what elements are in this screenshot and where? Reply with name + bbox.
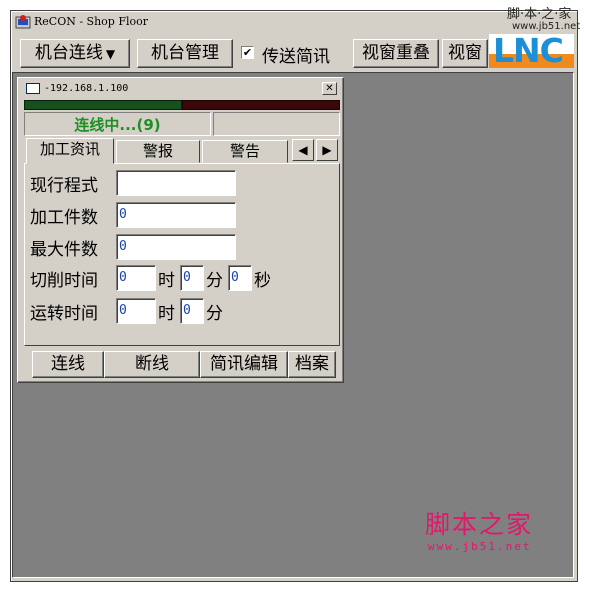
part-count-label: 加工件数 — [30, 208, 98, 228]
part-count-field[interactable]: 0 — [116, 202, 236, 228]
minute-unit: 分 — [206, 271, 223, 291]
logo-text: LNC — [493, 34, 564, 68]
watermark-top-text: 脚·本·之·家 — [507, 7, 572, 22]
run-hours-field[interactable]: 0 — [116, 298, 156, 324]
child-close-button[interactable]: ✕ — [322, 82, 337, 95]
window-title: ReCON - Shop Floor — [34, 15, 148, 28]
connect-button[interactable]: 连线 — [32, 351, 104, 378]
tab-machining-info[interactable]: 加工资讯 — [26, 138, 114, 164]
run-time-label: 运转时间 — [30, 304, 98, 324]
status-panel-secondary — [213, 112, 340, 136]
connection-status-text: 连线中...(9) — [74, 116, 161, 134]
watermark-bottom-text: 脚本之家 — [425, 510, 534, 539]
triangle-right-icon: ▶ — [322, 143, 332, 157]
child-window-title: -192.168.1.100 — [44, 83, 129, 94]
tab-scroll-right-button[interactable]: ▶ — [316, 139, 338, 161]
tab-alarm[interactable]: 警报 — [116, 140, 200, 163]
run-hour-unit: 时 — [158, 304, 175, 324]
cutting-time-label: 切削时间 — [30, 271, 98, 291]
second-unit: 秒 — [254, 271, 271, 291]
app-icon[interactable] — [15, 14, 31, 30]
send-message-label[interactable]: 传送简讯 — [262, 42, 330, 67]
machine-manage-button[interactable]: 机台管理 — [137, 39, 233, 68]
cutting-seconds-field[interactable]: 0 — [228, 265, 252, 291]
close-icon: ✕ — [325, 83, 334, 94]
hour-unit: 时 — [158, 271, 175, 291]
disconnect-button[interactable]: 断线 — [104, 351, 200, 378]
tab-warning[interactable]: 警告 — [202, 140, 288, 163]
max-count-field[interactable]: 0 — [116, 234, 236, 260]
file-button[interactable]: 档案 — [288, 351, 336, 378]
child-window-icon — [26, 83, 40, 94]
cutting-hours-field[interactable]: 0 — [116, 265, 156, 291]
max-count-label: 最大件数 — [30, 240, 98, 260]
dropdown-arrow-icon: ▼ — [105, 47, 116, 61]
watermark-top-url: www.jb51.net — [512, 21, 581, 32]
window-button[interactable]: 视窗 — [442, 39, 488, 68]
send-message-checkbox[interactable]: ✔ — [241, 46, 254, 59]
cascade-windows-button[interactable]: 视窗重叠 — [353, 39, 439, 68]
tab-scroll-left-button[interactable]: ◀ — [292, 139, 314, 161]
run-minutes-field[interactable]: 0 — [180, 298, 204, 324]
current-program-field[interactable] — [116, 170, 236, 196]
progress-fill — [24, 100, 182, 110]
progress-remaining — [182, 100, 340, 110]
triangle-left-icon: ◀ — [298, 143, 308, 157]
watermark-bottom-url: www.jb51.net — [428, 540, 532, 553]
message-edit-button[interactable]: 简讯编辑 — [200, 351, 288, 378]
current-program-label: 现行程式 — [30, 176, 98, 196]
lnc-logo: LNC — [489, 34, 574, 68]
cutting-minutes-field[interactable]: 0 — [180, 265, 204, 291]
run-minute-unit: 分 — [206, 304, 223, 324]
machine-connect-label: 机台连线 — [34, 43, 103, 63]
machine-connect-dropdown[interactable]: 机台连线 ▼ — [20, 39, 130, 68]
